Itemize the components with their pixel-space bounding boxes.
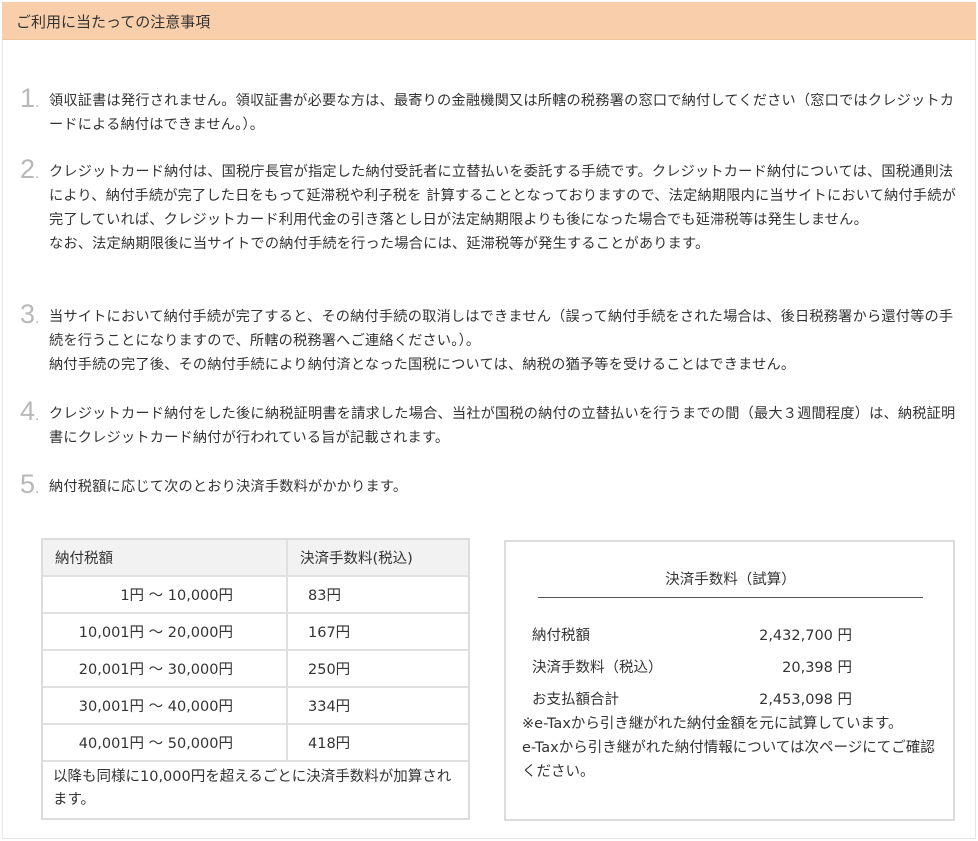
estimate-value: 2,432,700 円 [759, 628, 852, 644]
range-text: 40,001円 ～ 50,000円 [78, 736, 233, 752]
table-row: 1円 ～ 10,000円 83円 [43, 577, 468, 614]
fee-table: 納付税額 決済手数料(税込) 1円 ～ 10,000円 83円 10,001円 … [41, 538, 470, 820]
table-row: 10,001円 ～ 20,000円 167円 [43, 614, 468, 651]
fee-cell: 418円 [308, 736, 351, 752]
column-header-fee: 決済手数料(税込) [300, 551, 413, 567]
note-number: 5 [20, 469, 39, 500]
note-paragraph: 納付手続の完了後、その納付手続により納付済となった国税については、納税の猶予等を… [49, 357, 796, 373]
range-text: 10,001円 ～ 20,000円 [78, 625, 233, 641]
estimate-value: 2,453,098 円 [759, 692, 852, 708]
note-paragraph: 当サイトにおいて納付手続が完了すると、その納付手続の取消しはできません（誤って納… [49, 309, 954, 349]
note-text: 納付税額に応じて次のとおり決済手数料がかかります。 [49, 475, 967, 499]
fee-estimate-box: 決済手数料（試算） 納付税額 2,432,700 円 決済手数料（税込） 20,… [504, 540, 955, 821]
estimate-value: 20,398 円 [782, 660, 852, 676]
note-text: クレジットカード納付をした後に納税証明書を請求した場合、当社が国税の納付の立替払… [49, 402, 967, 450]
note-number: 4 [20, 396, 39, 427]
estimate-label: 決済手数料（税込） [532, 660, 663, 676]
table-row: 40,001円 ～ 50,000円 418円 [43, 725, 468, 762]
estimate-label: お支払額合計 [532, 692, 619, 708]
fee-cell: 83円 [308, 588, 341, 604]
range-cell: 40,001円 ～ 50,000円 [43, 725, 288, 760]
estimate-note: ※e-Taxから引き継がれた納付金額を元に試算しています。 [522, 716, 903, 732]
column-header-tax-amount: 納付税額 [43, 540, 288, 575]
estimate-note: e-Taxから引き継がれた納付情報については次ページにてご確認ください。 [522, 740, 935, 780]
range-cell: 20,001円 ～ 30,000円 [43, 651, 288, 686]
fee-table-note: 以降も同様に10,000円を超えるごとに決済手数料が加算されます。 [53, 769, 452, 808]
note-text: クレジットカード納付は、国税庁長官が指定した納付受託者に立替払いを委託する手続で… [49, 160, 967, 256]
note-number: 2 [20, 154, 39, 185]
estimate-label: 納付税額 [532, 628, 590, 644]
note-paragraph: クレジットカード納付は、国税庁長官が指定した納付受託者に立替払いを委託する手続で… [49, 164, 957, 228]
note-paragraph: 領収証書は発行されません。領収証書が必要な方は、最寄りの金融機関又は所轄の税務署… [49, 93, 955, 133]
fee-cell: 250円 [308, 662, 351, 678]
section-title: ご利用に当たっての注意事項 [16, 13, 211, 31]
note-text: 領収証書は発行されません。領収証書が必要な方は、最寄りの金融機関又は所轄の税務署… [49, 89, 967, 137]
estimate-notes: ※e-Taxから引き継がれた納付金額を元に試算しています。 e-Taxから引き継… [522, 712, 942, 784]
fee-cell: 167円 [308, 625, 351, 641]
section-header: ご利用に当たっての注意事項 [2, 2, 976, 40]
fee-estimate-title: 決済手数料（試算） [538, 568, 923, 598]
note-number: 3 [20, 299, 39, 330]
note-paragraph: 納付税額に応じて次のとおり決済手数料がかかります。 [49, 479, 408, 495]
note-paragraph: なお、法定納期限後に当サイトでの納付手続を行った場合には、延滞税等が発生すること… [49, 236, 710, 252]
note-paragraph: クレジットカード納付をした後に納税証明書を請求した場合、当社が国税の納付の立替払… [49, 406, 956, 446]
range-text: 20,001円 ～ 30,000円 [78, 662, 233, 678]
range-text: 1円 ～ 10,000円 [120, 588, 233, 604]
range-cell: 30,001円 ～ 40,000円 [43, 688, 288, 723]
note-number: 1 [20, 83, 39, 114]
fee-cell: 334円 [308, 699, 351, 715]
table-row: 30,001円 ～ 40,000円 334円 [43, 688, 468, 725]
fee-table-header: 納付税額 決済手数料(税込) [43, 540, 468, 577]
note-text: 当サイトにおいて納付手続が完了すると、その納付手続の取消しはできません（誤って納… [49, 305, 967, 377]
range-text: 30,001円 ～ 40,000円 [78, 699, 233, 715]
range-cell: 10,001円 ～ 20,000円 [43, 614, 288, 649]
table-row: 20,001円 ～ 30,000円 250円 [43, 651, 468, 688]
range-cell: 1円 ～ 10,000円 [43, 577, 288, 612]
